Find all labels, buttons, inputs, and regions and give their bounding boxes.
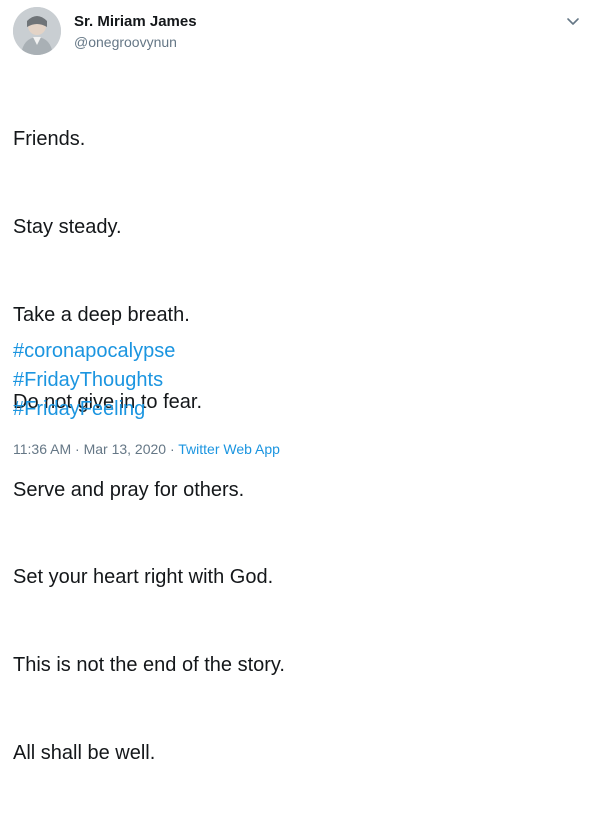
tweet-line: This is not the end of the story. xyxy=(13,653,285,676)
hashtag-link[interactable]: #FridayFeeling xyxy=(13,395,175,424)
tweet-time[interactable]: 11:36 AM xyxy=(13,441,71,457)
chevron-down-icon[interactable] xyxy=(563,11,583,31)
tweet-line: Take a deep breath. xyxy=(13,303,190,326)
tweet-line: Stay steady. xyxy=(13,216,122,238)
tweet-line: All shall be well. xyxy=(13,741,156,764)
meta-separator: · xyxy=(169,441,175,457)
hashtag-list: #coronapocalypse #FridayThoughts #Friday… xyxy=(13,337,175,425)
tweet-line: Friends. xyxy=(13,128,86,151)
tweet-date[interactable]: Mar 13, 2020 xyxy=(84,441,167,457)
hashtag-link[interactable]: #FridayThoughts xyxy=(13,366,175,395)
tweet-line: Set your heart right with God. xyxy=(13,566,274,589)
tweet-line: Serve and pray for others. xyxy=(13,478,245,501)
avatar[interactable] xyxy=(13,7,61,55)
author-handle[interactable]: @onegroovynun xyxy=(74,34,177,50)
meta-separator: · xyxy=(75,441,80,457)
author-display-name[interactable]: Sr. Miriam James xyxy=(74,13,197,30)
hashtag-link[interactable]: #coronapocalypse xyxy=(13,337,175,366)
tweet-metadata: 11:36 AM · Mar 13, 2020 · Twitter Web Ap… xyxy=(13,441,280,457)
tweet-source-link[interactable]: Twitter Web App xyxy=(178,441,280,457)
tweet-card: Sr. Miriam James @onegroovynun Friends. … xyxy=(0,0,593,764)
